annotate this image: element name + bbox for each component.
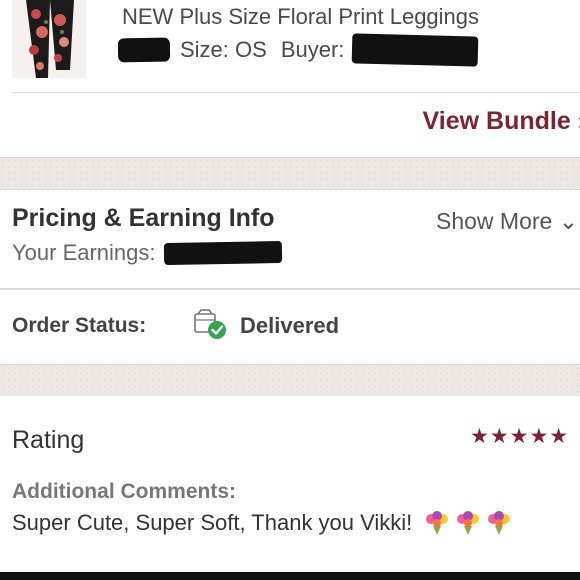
star-rating: ★★★★★ xyxy=(470,425,570,448)
delivered-package-icon xyxy=(192,308,228,340)
order-status-label: Order Status: xyxy=(12,314,147,337)
size-label: Size: OS xyxy=(180,37,267,62)
section-separator xyxy=(0,157,580,190)
earnings-row: Your Earnings: xyxy=(12,240,282,266)
item-row[interactable]: NEW Plus Size Floral Print Leggings Size… xyxy=(0,0,580,92)
rating-section: Rating ★★★★★ Additional Comments: Super … xyxy=(0,396,580,572)
floral-leggings-thumbnail[interactable] xyxy=(12,0,86,78)
bouquet-icon xyxy=(457,511,480,535)
section-separator xyxy=(0,364,580,397)
pricing-title: Pricing & Earning Info xyxy=(12,204,275,232)
comment-text: Super Cute, Super Soft, Thank you Vikki! xyxy=(12,510,413,535)
view-bundle-row: View Bundle › xyxy=(0,93,580,155)
view-bundle-link[interactable]: View Bundle › xyxy=(423,107,580,136)
bouquet-icon xyxy=(426,511,449,535)
redacted-buyer xyxy=(352,33,479,67)
buyer-label: Buyer: xyxy=(280,37,345,62)
earnings-label: Your Earnings: xyxy=(12,240,156,265)
item-meta: Size: OS Buyer: xyxy=(117,33,479,67)
pricing-section: Pricing & Earning Info Show More ⌄ Your … xyxy=(0,190,580,286)
item-title[interactable]: NEW Plus Size Floral Print Leggings xyxy=(122,4,479,30)
comment-text-row: Super Cute, Super Soft, Thank you Vikki! xyxy=(12,510,513,536)
order-status-value: Delivered xyxy=(240,313,340,338)
order-status-section: Order Status: Delivered xyxy=(0,290,580,364)
show-more-button[interactable]: Show More ⌄ xyxy=(436,208,578,235)
bouquet-icon xyxy=(488,511,511,535)
rating-title: Rating xyxy=(12,426,85,454)
redacted-price xyxy=(117,37,171,63)
bottom-edge xyxy=(0,572,580,580)
additional-comments-label: Additional Comments: xyxy=(12,480,236,503)
redacted-earnings xyxy=(163,240,282,266)
